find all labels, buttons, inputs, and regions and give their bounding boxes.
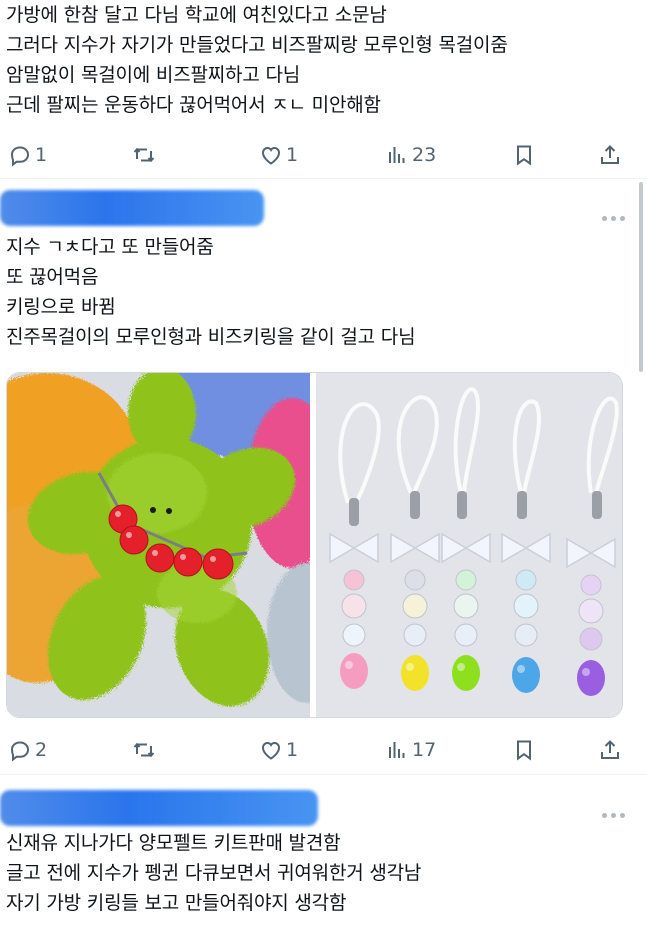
views-count: 17 xyxy=(412,739,437,761)
like-button[interactable]: 1 xyxy=(259,140,298,170)
views-button[interactable]: 17 xyxy=(385,735,436,765)
tweet2-line: 진주목걸이의 모루인형과 비즈키링을 같이 걸고 다님 xyxy=(6,326,416,348)
bookmark-button[interactable] xyxy=(512,140,536,170)
views-icon xyxy=(389,742,405,758)
scrollbar[interactable] xyxy=(639,182,643,372)
reply-icon xyxy=(10,741,30,762)
photo-pipe-cleaner-doll[interactable] xyxy=(7,373,310,717)
tweet2-line: 지수 ㄱㅊ다고 또 만들어줌 xyxy=(6,236,214,258)
views-button[interactable]: 23 xyxy=(385,140,436,170)
more-icon-dot xyxy=(620,216,625,221)
tweet3-line: 신재유 지나가다 양모펠트 키트판매 발견함 xyxy=(6,832,341,854)
share-button[interactable] xyxy=(598,735,622,765)
bead-keychains-image xyxy=(316,373,622,717)
divider xyxy=(0,178,647,179)
tweet3-line: 자기 가방 키링들 보고 만들어줘야지 생각함 xyxy=(6,892,347,914)
more-icon-dot xyxy=(620,813,625,818)
tweet1-line: 근데 팔찌는 운동하다 끊어먹어서 ㅈㄴ 미안해함 xyxy=(6,94,381,116)
tweet2-line: 또 끊어먹음 xyxy=(6,266,99,288)
more-icon xyxy=(602,813,607,818)
tweet3-line: 글고 전에 지수가 펭귄 다큐보면서 귀여워한거 생각남 xyxy=(6,862,422,884)
retweet-button[interactable] xyxy=(132,140,156,170)
redacted-author-name xyxy=(0,790,318,826)
divider xyxy=(0,774,647,775)
share-icon xyxy=(601,145,619,164)
tweet2-line: 키링으로 바뀜 xyxy=(6,296,116,318)
tweet2-media[interactable] xyxy=(6,372,623,718)
like-icon xyxy=(261,741,281,760)
retweet-button[interactable] xyxy=(132,735,156,765)
tweet1-action-bar: 1 1 23 xyxy=(0,140,647,170)
like-icon xyxy=(261,146,281,165)
bookmark-icon xyxy=(517,145,531,166)
photo-bead-keychains[interactable] xyxy=(316,373,622,717)
like-button[interactable]: 1 xyxy=(259,735,298,765)
more-button[interactable] xyxy=(602,216,625,221)
bookmark-button[interactable] xyxy=(512,735,536,765)
reply-count: 1 xyxy=(35,144,48,166)
tweet1-line: 그러다 지수가 자기가 만들었다고 비즈팔찌랑 모루인형 목걸이줌 xyxy=(6,34,508,56)
reply-icon xyxy=(10,146,30,167)
retweet-icon xyxy=(133,147,155,163)
tweet1-line: 가방에 한참 달고 다님 학교에 여친있다고 소문남 xyxy=(6,4,387,26)
more-icon xyxy=(602,216,607,221)
pipe-cleaner-doll-image xyxy=(7,373,310,717)
like-count: 1 xyxy=(286,144,299,166)
share-button[interactable] xyxy=(598,140,622,170)
more-icon-dot xyxy=(611,813,616,818)
tweet2-text: 지수 ㄱㅊ다고 또 만들어줌 또 끊어먹음 키링으로 바뀜 진주목걸이의 모루인… xyxy=(6,232,416,352)
more-icon-dot xyxy=(611,216,616,221)
reply-count: 2 xyxy=(35,739,48,761)
tweet1-text: 가방에 한참 달고 다님 학교에 여친있다고 소문남 그러다 지수가 자기가 만… xyxy=(6,0,508,120)
share-icon xyxy=(601,740,619,759)
views-icon xyxy=(389,147,405,163)
views-count: 23 xyxy=(412,144,437,166)
more-button[interactable] xyxy=(602,813,625,818)
tweet2-action-bar: 2 1 17 xyxy=(0,735,647,765)
reply-button[interactable]: 1 xyxy=(8,140,47,170)
bookmark-icon xyxy=(517,740,531,761)
redacted-author-name xyxy=(0,190,264,226)
tweet3-text: 신재유 지나가다 양모펠트 키트판매 발견함 글고 전에 지수가 펭귄 다큐보면… xyxy=(6,828,421,918)
tweet1-line: 암말없이 목걸이에 비즈팔찌하고 다님 xyxy=(6,64,300,86)
like-count: 1 xyxy=(286,739,299,761)
retweet-icon xyxy=(133,742,155,758)
reply-button[interactable]: 2 xyxy=(8,735,47,765)
